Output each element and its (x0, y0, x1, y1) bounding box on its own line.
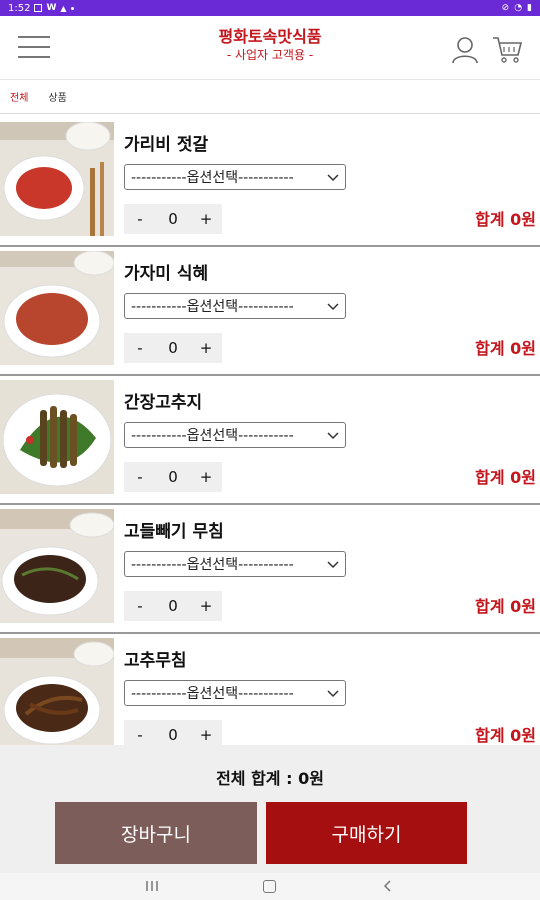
product-name: 고추무침 (124, 651, 187, 671)
quantity-stepper: - 0 + (124, 462, 222, 492)
product-thumbnail[interactable] (0, 251, 114, 365)
dot-icon (70, 6, 74, 10)
user-icon[interactable] (452, 36, 478, 64)
chevron-down-icon (327, 174, 339, 182)
mute-icon: ⊘ (501, 3, 510, 13)
chevron-down-icon (327, 432, 339, 440)
product-thumbnail[interactable] (0, 122, 114, 236)
increment-button[interactable]: + (190, 597, 222, 615)
chevron-down-icon (327, 690, 339, 698)
increment-button[interactable]: + (190, 210, 222, 228)
clock: 1:52 (8, 2, 31, 14)
product-thumbnail[interactable] (0, 380, 114, 494)
quantity-value: 0 (168, 597, 178, 615)
w-icon: W (46, 3, 57, 13)
quantity-stepper: - 0 + (124, 720, 222, 745)
option-select-value: -----------옵션선택----------- (131, 686, 294, 702)
product-thumbnail[interactable] (0, 638, 114, 745)
item-subtotal: 합계 0원 (475, 339, 536, 358)
increment-button[interactable]: + (190, 339, 222, 357)
category-tabs: 전체 상품 (0, 80, 540, 114)
buy-button[interactable]: 구매하기 (266, 802, 467, 864)
decrement-button[interactable]: - (124, 726, 156, 744)
quantity-value: 0 (168, 468, 178, 486)
grand-total: 전체 합계 : 0원 (216, 769, 324, 788)
product-item: 가리비 젓갈 -----------옵션선택----------- - 0 + … (0, 118, 540, 247)
tab-all[interactable]: 전체 (10, 89, 28, 104)
quantity-stepper: - 0 + (124, 333, 222, 363)
decrement-button[interactable]: - (124, 339, 156, 357)
item-subtotal: 합계 0원 (475, 210, 536, 229)
product-item: 고추무침 -----------옵션선택----------- - 0 + 합계… (0, 634, 540, 745)
app-header: 평화토속맛식품 - 사업자 고객용 - (0, 16, 540, 80)
product-name: 간장고추지 (124, 393, 203, 413)
product-item: 간장고추지 -----------옵션선택----------- - 0 + 합… (0, 376, 540, 505)
quantity-stepper: - 0 + (124, 204, 222, 234)
product-list[interactable]: 가리비 젓갈 -----------옵션선택----------- - 0 + … (0, 118, 540, 745)
option-select[interactable]: -----------옵션선택----------- (124, 551, 346, 577)
quantity-value: 0 (168, 339, 178, 357)
home-icon[interactable] (263, 880, 276, 893)
notification-icon: ▲ (60, 3, 67, 13)
option-select[interactable]: -----------옵션선택----------- (124, 422, 346, 448)
decrement-button[interactable]: - (124, 210, 156, 228)
system-nav-bar (0, 873, 540, 900)
status-bar: 1:52 W ▲ ⊘ ◔ ▮ (0, 0, 540, 16)
product-name: 가리비 젓갈 (124, 135, 209, 155)
chevron-down-icon (327, 561, 339, 569)
tab-products[interactable]: 상품 (48, 89, 66, 104)
battery-icon: ▮ (527, 3, 532, 13)
product-name: 고들빼기 무침 (124, 522, 224, 542)
product-thumbnail[interactable] (0, 509, 114, 623)
recent-apps-icon[interactable] (145, 880, 159, 892)
item-subtotal: 합계 0원 (475, 726, 536, 745)
product-item: 고들빼기 무침 -----------옵션선택----------- - 0 +… (0, 505, 540, 634)
add-to-cart-button[interactable]: 장바구니 (55, 802, 257, 864)
quantity-stepper: - 0 + (124, 591, 222, 621)
image-icon (34, 4, 43, 12)
option-select-value: -----------옵션선택----------- (131, 557, 294, 573)
increment-button[interactable]: + (190, 468, 222, 486)
option-select[interactable]: -----------옵션선택----------- (124, 680, 346, 706)
item-subtotal: 합계 0원 (475, 468, 536, 487)
option-select-value: -----------옵션선택----------- (131, 299, 294, 315)
option-select-value: -----------옵션선택----------- (131, 428, 294, 444)
quantity-value: 0 (168, 726, 178, 744)
cart-icon[interactable] (492, 36, 522, 64)
option-select-value: -----------옵션선택----------- (131, 170, 294, 186)
chevron-down-icon (327, 303, 339, 311)
product-item: 가자미 식혜 -----------옵션선택----------- - 0 + … (0, 247, 540, 376)
increment-button[interactable]: + (190, 726, 222, 744)
item-subtotal: 합계 0원 (475, 597, 536, 616)
option-select[interactable]: -----------옵션선택----------- (124, 293, 346, 319)
wifi-icon: ◔ (514, 3, 523, 13)
product-name: 가자미 식혜 (124, 264, 209, 284)
order-bar: 전체 합계 : 0원 장바구니 구매하기 (0, 745, 540, 873)
quantity-value: 0 (168, 210, 178, 228)
option-select[interactable]: -----------옵션선택----------- (124, 164, 346, 190)
back-icon[interactable] (382, 880, 394, 892)
decrement-button[interactable]: - (124, 468, 156, 486)
decrement-button[interactable]: - (124, 597, 156, 615)
